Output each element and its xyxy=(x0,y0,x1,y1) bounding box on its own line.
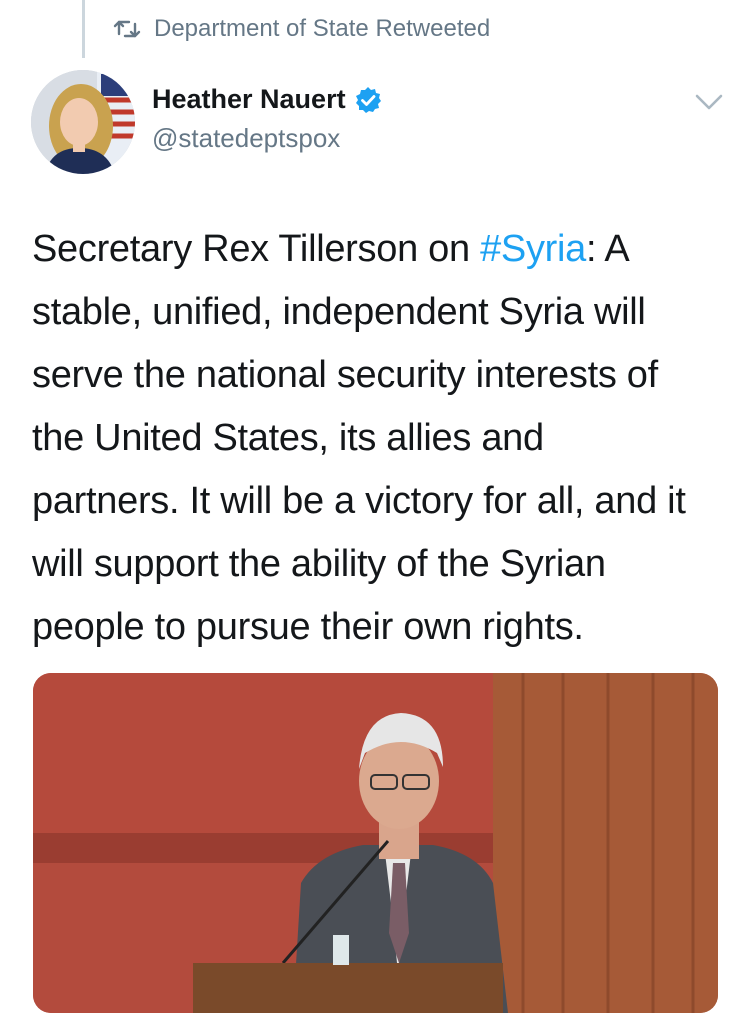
tweet-photo[interactable] xyxy=(33,673,718,1013)
author-display-name[interactable]: Heather Nauert xyxy=(152,84,346,115)
author-avatar[interactable] xyxy=(31,70,135,174)
tweet-line-7: people to pursue their own rights. xyxy=(32,606,584,648)
author-handle[interactable]: @statedeptspox xyxy=(152,123,382,154)
hashtag-link[interactable]: #Syria xyxy=(480,228,586,270)
retweet-icon xyxy=(113,20,141,38)
tweet-text: Secretary Rex Tillerson on #Syria: A sta… xyxy=(32,218,732,659)
tweet-line-4: the United States, its allies and xyxy=(32,417,544,459)
author-info[interactable]: Heather Nauert @statedeptspox xyxy=(152,84,382,154)
retweet-context[interactable]: Department of State Retweeted xyxy=(112,14,490,44)
tweet-line-3: serve the national security interests of xyxy=(32,354,658,396)
tweet-line-5: partners. It will be a victory for all, … xyxy=(32,480,686,522)
verified-badge-icon xyxy=(355,86,381,113)
tweet-line-6: will support the ability of the Syrian xyxy=(32,543,606,585)
tweet-line-2: stable, unified, independent Syria will xyxy=(32,291,646,333)
chevron-down-icon[interactable] xyxy=(694,90,724,114)
retweet-label: Department of State Retweeted xyxy=(154,15,491,42)
thread-connector-line xyxy=(82,0,85,58)
tweet-line-1: Secretary Rex Tillerson on #Syria: A xyxy=(32,228,630,270)
